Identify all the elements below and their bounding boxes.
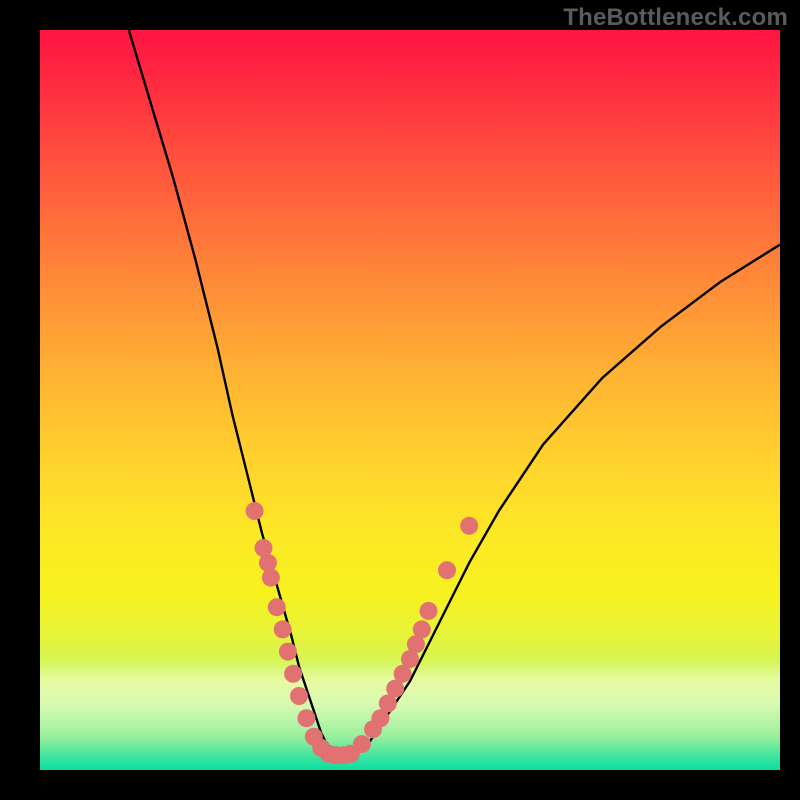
data-marker [279,643,297,661]
data-marker [297,709,315,727]
chart-frame: TheBottleneck.com [0,0,800,800]
plot-area [40,30,780,770]
data-marker [284,665,302,683]
data-marker [268,598,286,616]
data-marker [274,620,292,638]
chart-svg [40,30,780,770]
data-marker [246,502,264,520]
data-marker [353,735,371,753]
data-marker [259,554,277,572]
data-marker [413,620,431,638]
data-marker [262,569,280,587]
watermark-label: TheBottleneck.com [563,4,788,32]
data-marker [438,561,456,579]
bottleneck-curve [129,30,780,755]
data-marker [460,517,478,535]
data-markers [246,502,479,764]
data-marker [290,687,308,705]
data-marker [420,602,438,620]
